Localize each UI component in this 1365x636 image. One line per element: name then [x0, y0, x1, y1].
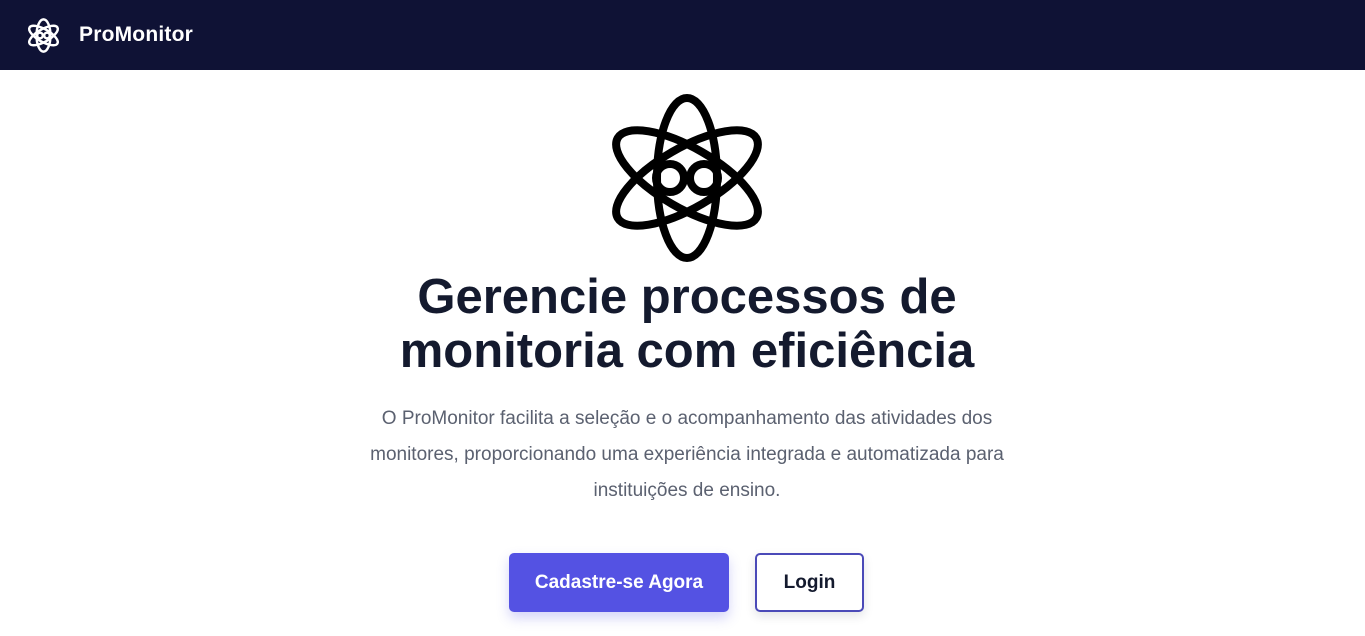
atom-glasses-icon — [606, 92, 768, 264]
signup-button[interactable]: Cadastre-se Agora — [509, 553, 729, 612]
atom-glasses-icon[interactable] — [26, 17, 61, 53]
hero-description: O ProMonitor facilita a seleção e o acom… — [342, 401, 1032, 509]
hero-title-line: Gerencie processos de — [417, 270, 957, 324]
hero-description-line: instituições de ensino. — [593, 480, 781, 501]
brand-name[interactable]: ProMonitor — [79, 23, 193, 47]
hero-description-line: monitores, proporcionando uma experiênci… — [370, 444, 1004, 465]
hero-section: Gerencie processos de monitoria com efic… — [0, 70, 1365, 636]
top-navbar: ProMonitor — [0, 0, 1365, 70]
login-button[interactable]: Login — [755, 553, 864, 612]
hero-title: Gerencie processos de monitoria com efic… — [282, 270, 1092, 378]
hero-title-line: monitoria com eficiência — [399, 324, 975, 378]
hero-description-line: O ProMonitor facilita a seleção e o acom… — [381, 408, 993, 429]
